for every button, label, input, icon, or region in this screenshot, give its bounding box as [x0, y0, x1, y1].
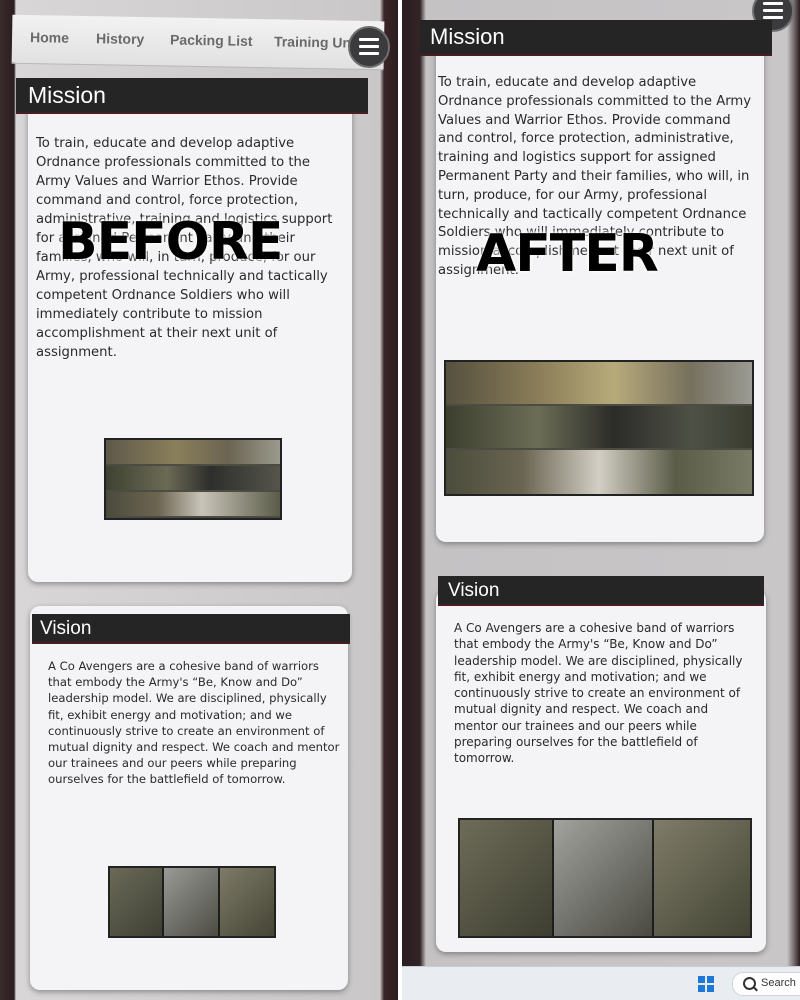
top-navigation-bar: Home History Packing List Training Unit	[11, 14, 385, 71]
vision-heading: Vision	[32, 614, 350, 644]
taskbar-search-box[interactable]: Search	[732, 972, 800, 996]
mission-heading: Mission	[420, 20, 772, 56]
mission-heading: Mission	[16, 78, 368, 114]
after-overlay-label: AFTER	[476, 224, 659, 284]
vision-heading: Vision	[438, 576, 764, 606]
vision-text: A Co Avengers are a cohesive band of war…	[48, 659, 340, 787]
mission-photo-collage	[104, 438, 282, 520]
vision-photo-strip	[108, 866, 276, 938]
nav-item-home[interactable]: Home	[30, 29, 69, 46]
vision-photo-strip	[458, 818, 752, 938]
mission-photo-collage	[444, 360, 754, 496]
nav-item-training-unit[interactable]: Training Unit	[274, 33, 360, 50]
before-overlay-label: BEFORE	[58, 212, 283, 272]
windows-start-icon[interactable]	[698, 976, 714, 992]
vision-text: A Co Avengers are a cohesive band of war…	[454, 621, 743, 766]
windows-taskbar: Search	[402, 966, 800, 1000]
search-icon	[743, 977, 756, 990]
after-screenshot: Mission To train, educate and develop ad…	[402, 0, 800, 1000]
before-screenshot: Home History Packing List Training Unit …	[0, 0, 398, 1000]
nav-item-history[interactable]: History	[96, 30, 145, 47]
hamburger-menu-icon[interactable]	[348, 26, 390, 68]
taskbar-search-label: Search	[761, 977, 796, 989]
nav-item-packing-list[interactable]: Packing List	[170, 32, 253, 49]
